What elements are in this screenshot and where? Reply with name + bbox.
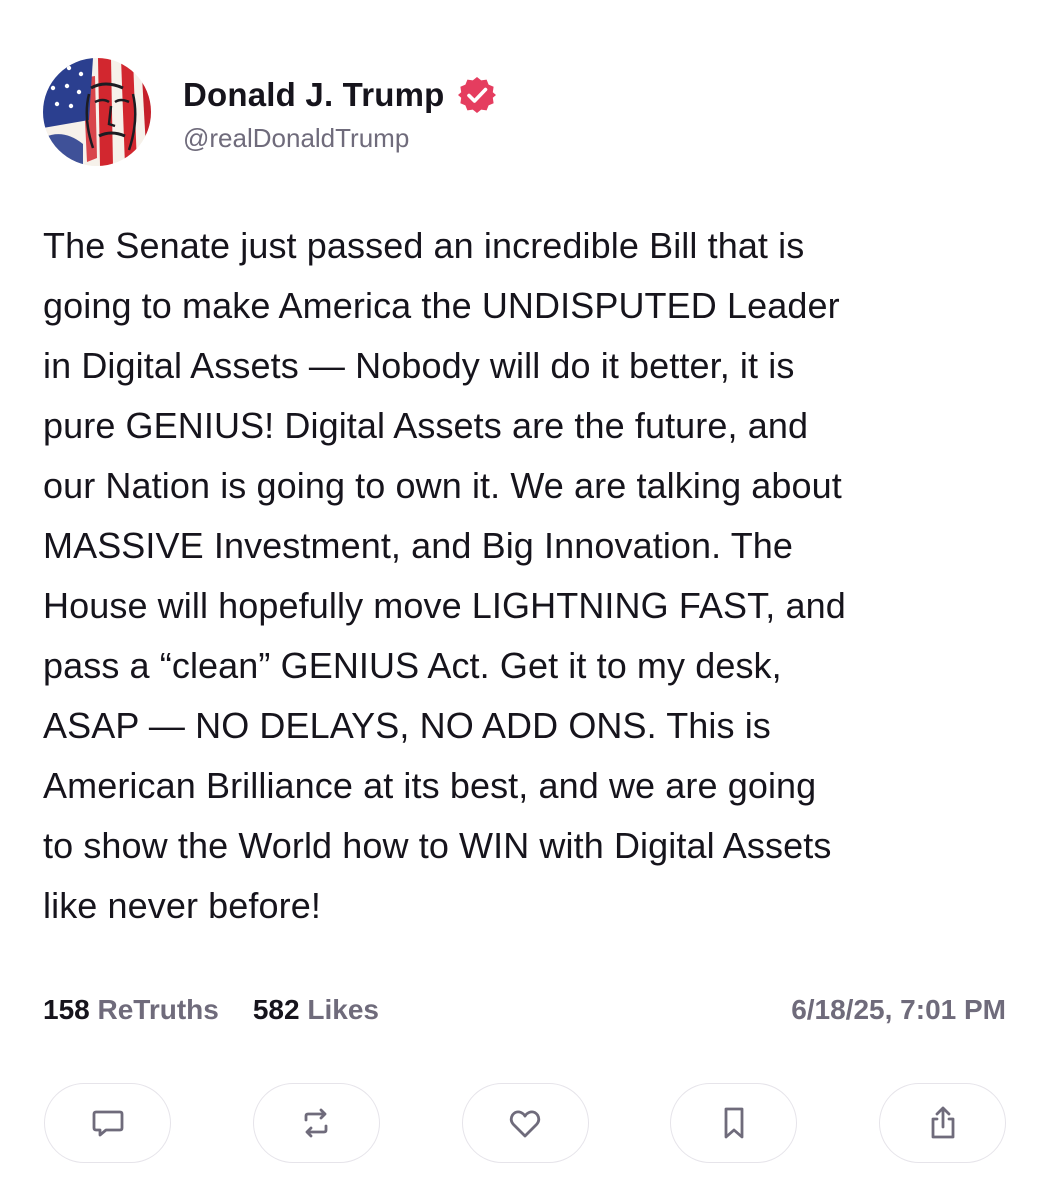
share-icon (931, 1106, 954, 1139)
avatar[interactable] (43, 58, 151, 166)
reply-icon (92, 1110, 123, 1137)
retruth-icon (304, 1108, 328, 1138)
author-handle[interactable]: @realDonaldTrump (183, 123, 497, 154)
like-heart-icon (509, 1110, 541, 1138)
post-stats: 158 ReTruths 582 Likes 6/18/25, 7:01 PM (43, 990, 1006, 1030)
name-row: Donald J. Trump (183, 71, 497, 119)
likes-count: 582 (252, 994, 300, 1025)
author-info: Donald J. Trump @realDonaldTrump (183, 71, 497, 154)
post-timestamp[interactable]: 6/18/25, 7:01 PM (791, 994, 1006, 1026)
post-header: Donald J. Trump @realDonaldTrump (43, 58, 497, 166)
author-display-name[interactable]: Donald J. Trump (183, 76, 445, 114)
reply-button[interactable] (44, 1083, 171, 1163)
retruths-stat[interactable]: 158 ReTruths (43, 994, 219, 1026)
truth-post: Donald J. Trump @realDonaldTrump The Sen… (0, 0, 1050, 1200)
likes-stat[interactable]: 582 Likes (253, 994, 379, 1026)
post-body-text: The Senate just passed an incredible Bil… (43, 225, 846, 926)
avatar-image (43, 58, 151, 166)
like-button[interactable] (461, 1083, 589, 1163)
retruth-button[interactable] (252, 1083, 380, 1163)
retruths-label: ReTruths (97, 994, 219, 1025)
likes-label: Likes (307, 994, 379, 1025)
bookmark-button[interactable] (670, 1083, 798, 1163)
action-bar (44, 1083, 1006, 1165)
retruths-count: 158 (43, 994, 90, 1025)
bookmark-icon (724, 1107, 744, 1139)
verified-badge-icon (457, 76, 496, 113)
share-button[interactable] (879, 1083, 1006, 1163)
